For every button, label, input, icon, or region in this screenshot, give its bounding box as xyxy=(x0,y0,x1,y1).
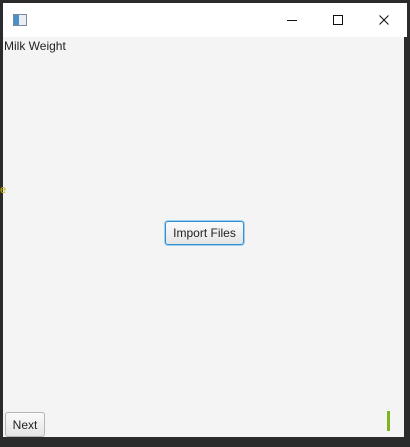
page-title: Milk Weight xyxy=(4,39,66,53)
clipped-label: e xyxy=(0,184,7,196)
minimize-button[interactable] xyxy=(269,3,315,37)
close-icon xyxy=(379,15,389,25)
next-button[interactable]: Next xyxy=(5,412,45,437)
main-content: Milk Weight e Import Files Next xyxy=(0,37,404,437)
progress-indicator xyxy=(387,411,390,431)
title-bar[interactable] xyxy=(3,3,407,37)
maximize-icon xyxy=(333,15,343,25)
window-bottom-border xyxy=(3,437,404,444)
application-window: Milk Weight e Import Files Next xyxy=(0,0,410,447)
import-files-button[interactable]: Import Files xyxy=(165,221,244,245)
minimize-icon xyxy=(287,20,297,21)
close-button[interactable] xyxy=(361,3,407,37)
maximize-button[interactable] xyxy=(315,3,361,37)
app-window-icon xyxy=(13,14,27,26)
